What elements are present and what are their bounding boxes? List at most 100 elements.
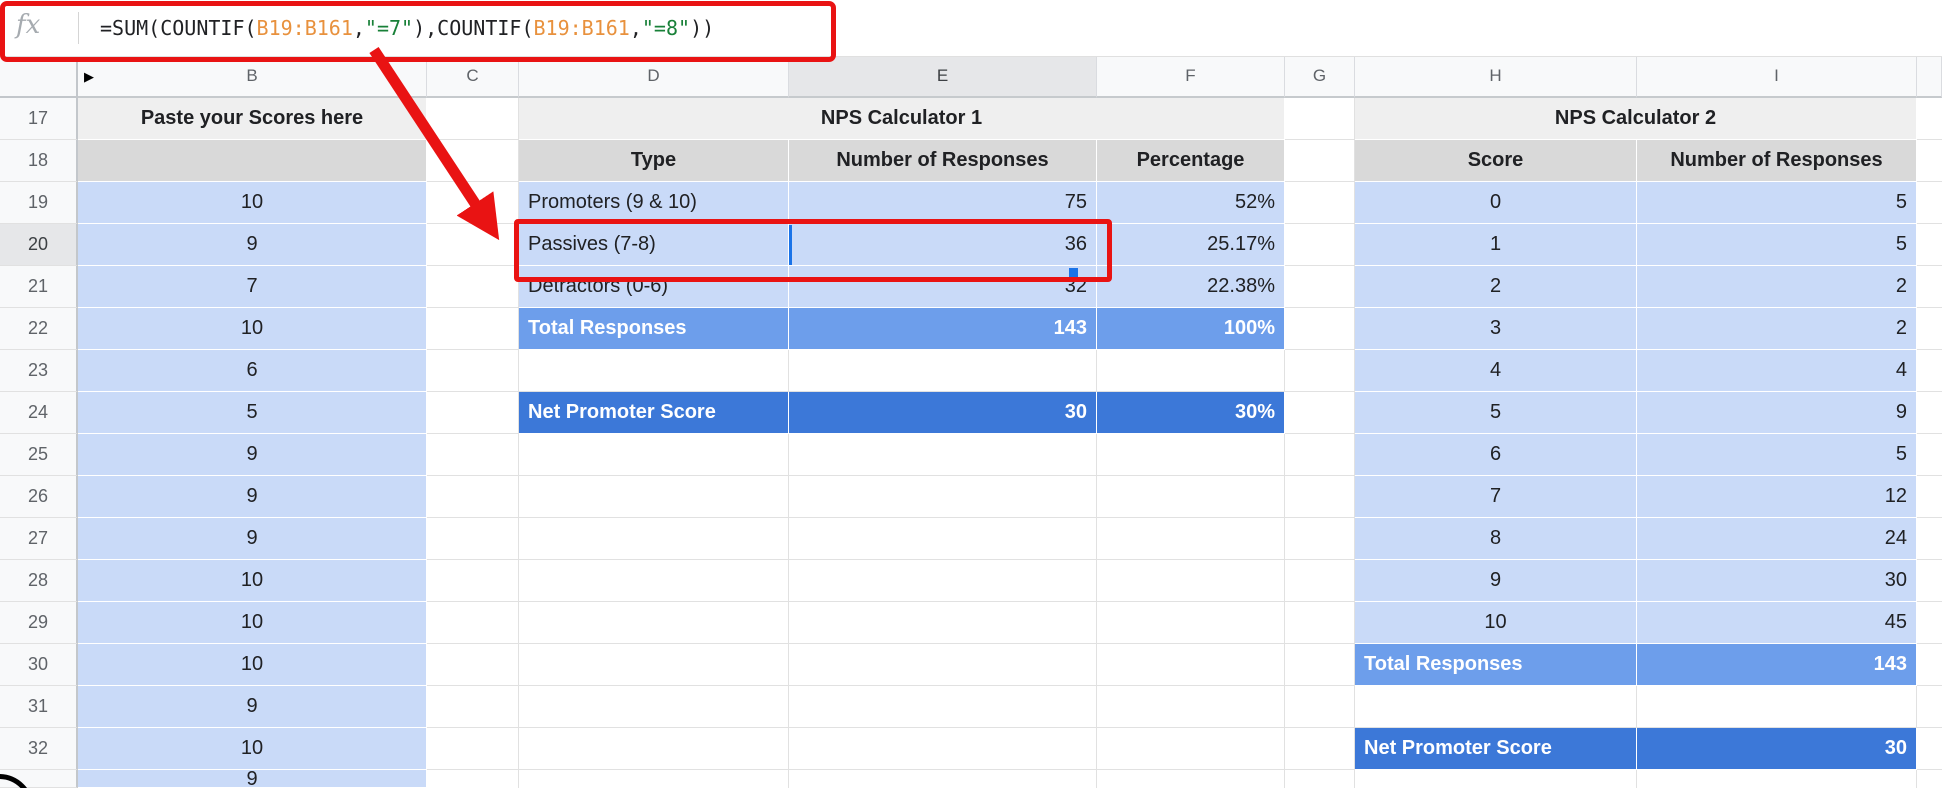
row-header-17[interactable]: 17 xyxy=(0,98,78,140)
col-header-G[interactable]: G xyxy=(1285,56,1355,98)
cell-F19-promoters-pct[interactable]: 52% xyxy=(1097,182,1285,224)
cell-H26[interactable]: 7 xyxy=(1355,476,1637,518)
row-header-18[interactable]: 18 xyxy=(0,140,78,182)
cell-H23[interactable]: 4 xyxy=(1355,350,1637,392)
cell-F18-header-percentage[interactable]: Percentage xyxy=(1097,140,1285,182)
formula-token: , xyxy=(352,16,365,40)
col-header-partial[interactable] xyxy=(1917,56,1942,98)
cell-B18[interactable] xyxy=(78,140,427,182)
col-header-B[interactable]: B xyxy=(78,56,427,98)
cell-B28-score[interactable]: 10 xyxy=(78,560,427,602)
cell-B17-scores-title[interactable]: Paste your Scores here xyxy=(78,98,427,140)
cell-calc2-title[interactable]: NPS Calculator 2 xyxy=(1355,98,1917,140)
row-header-26[interactable]: 26 xyxy=(0,476,78,518)
row-header-29[interactable]: 29 xyxy=(0,602,78,644)
row-header-31[interactable]: 31 xyxy=(0,686,78,728)
cell-B30-score[interactable]: 10 xyxy=(78,644,427,686)
col-header-E[interactable]: E xyxy=(789,56,1097,98)
cell-F24-nps-pct[interactable]: 30% xyxy=(1097,392,1285,434)
cell-B27-score[interactable]: 9 xyxy=(78,518,427,560)
cell-B29-score[interactable]: 10 xyxy=(78,602,427,644)
col-header-D[interactable]: D xyxy=(519,56,789,98)
cell-H28[interactable]: 9 xyxy=(1355,560,1637,602)
cell-D18-header-type[interactable]: Type xyxy=(519,140,789,182)
fx-icon: fx xyxy=(16,10,41,40)
cell-I20[interactable]: 5 xyxy=(1637,224,1917,266)
cell-H22[interactable]: 3 xyxy=(1355,308,1637,350)
cell-B21-score[interactable]: 7 xyxy=(78,266,427,308)
cell-F21-detractors-pct[interactable]: 22.38% xyxy=(1097,266,1285,308)
col-header-I[interactable]: I xyxy=(1637,56,1917,98)
formula-bar[interactable]: fx =SUM(COUNTIF(B19:B161, "=7"),COUNTIF(B… xyxy=(0,0,1942,57)
cell-F20-passives-pct[interactable]: 25.17% xyxy=(1097,224,1285,266)
cell-I27[interactable]: 24 xyxy=(1637,518,1917,560)
select-all-corner[interactable] xyxy=(0,56,78,98)
row-header-32[interactable]: 32 xyxy=(0,728,78,770)
col-header-H[interactable]: H xyxy=(1355,56,1637,98)
cell-H32-nps-label[interactable]: Net Promoter Score xyxy=(1355,728,1637,770)
cell-I32-nps-value[interactable]: 30 xyxy=(1637,728,1917,770)
cell-I29[interactable]: 45 xyxy=(1637,602,1917,644)
cell-H24[interactable]: 5 xyxy=(1355,392,1637,434)
cell-I22[interactable]: 2 xyxy=(1637,308,1917,350)
cell-I21[interactable]: 2 xyxy=(1637,266,1917,308)
formula-token: , xyxy=(629,16,642,40)
cell-B32-score[interactable]: 10 xyxy=(78,728,427,770)
hidden-column-indicator-icon[interactable]: ▶ xyxy=(84,56,94,98)
cell-B33-partial[interactable]: 9 xyxy=(78,770,427,788)
cell-D24-nps-label[interactable]: Net Promoter Score xyxy=(519,392,789,434)
row-header-20[interactable]: 20 xyxy=(0,224,78,266)
cell-H30-total-label[interactable]: Total Responses xyxy=(1355,644,1637,686)
cell-calc1-title[interactable]: NPS Calculator 1 xyxy=(519,98,1285,140)
cell-D19-promoters[interactable]: Promoters (9 & 10) xyxy=(519,182,789,224)
cell-B24-score[interactable]: 5 xyxy=(78,392,427,434)
cell-E18-header-responses[interactable]: Number of Responses xyxy=(789,140,1097,182)
cell-E21-detractors-count[interactable]: 32 xyxy=(789,266,1097,308)
row-header-25[interactable]: 25 xyxy=(0,434,78,476)
cell-B19-score[interactable]: 10 xyxy=(78,182,427,224)
cell-H20[interactable]: 1 xyxy=(1355,224,1637,266)
col-header-F[interactable]: F xyxy=(1097,56,1285,98)
row-header-27[interactable]: 27 xyxy=(0,518,78,560)
cell-E24-nps-value[interactable]: 30 xyxy=(789,392,1097,434)
cell-F22-total-pct[interactable]: 100% xyxy=(1097,308,1285,350)
row-header-19[interactable]: 19 xyxy=(0,182,78,224)
cell-I24[interactable]: 9 xyxy=(1637,392,1917,434)
row-header-21[interactable]: 21 xyxy=(0,266,78,308)
cell-I19[interactable]: 5 xyxy=(1637,182,1917,224)
cell-H25[interactable]: 6 xyxy=(1355,434,1637,476)
cell-H27[interactable]: 8 xyxy=(1355,518,1637,560)
formula-input[interactable]: =SUM(COUNTIF(B19:B161, "=7"),COUNTIF(B19:… xyxy=(100,0,714,56)
cell-E20-passives-count-selected[interactable]: 36 xyxy=(789,224,1097,266)
spreadsheet-app: fx =SUM(COUNTIF(B19:B161, "=7"),COUNTIF(B… xyxy=(0,0,1942,788)
cell-E19-promoters-count[interactable]: 75 xyxy=(789,182,1097,224)
cell-H21[interactable]: 2 xyxy=(1355,266,1637,308)
row-header-28[interactable]: 28 xyxy=(0,560,78,602)
cell-B26-score[interactable]: 9 xyxy=(78,476,427,518)
cell-I26[interactable]: 12 xyxy=(1637,476,1917,518)
cell-I23[interactable]: 4 xyxy=(1637,350,1917,392)
cell-B31-score[interactable]: 9 xyxy=(78,686,427,728)
cell-B23-score[interactable]: 6 xyxy=(78,350,427,392)
cell-D21-detractors[interactable]: Detractors (0-6) xyxy=(519,266,789,308)
cell-I28[interactable]: 30 xyxy=(1637,560,1917,602)
cell-B22-score[interactable]: 10 xyxy=(78,308,427,350)
fill-handle[interactable] xyxy=(1069,268,1078,277)
cell-B20-score[interactable]: 9 xyxy=(78,224,427,266)
cell-I25[interactable]: 5 xyxy=(1637,434,1917,476)
cell-H29[interactable]: 10 xyxy=(1355,602,1637,644)
col-header-C[interactable]: C xyxy=(427,56,519,98)
cell-B25-score[interactable]: 9 xyxy=(78,434,427,476)
cell-H18-header-score[interactable]: Score xyxy=(1355,140,1637,182)
cell-I18-header-responses[interactable]: Number of Responses xyxy=(1637,140,1917,182)
cell-D20-passives[interactable]: Passives (7-8) xyxy=(519,224,789,266)
row-header-22[interactable]: 22 xyxy=(0,308,78,350)
cell-D22-total-label[interactable]: Total Responses xyxy=(519,308,789,350)
active-cell-border xyxy=(789,225,792,265)
row-header-23[interactable]: 23 xyxy=(0,350,78,392)
cell-E22-total-count[interactable]: 143 xyxy=(789,308,1097,350)
cell-H19[interactable]: 0 xyxy=(1355,182,1637,224)
row-header-24[interactable]: 24 xyxy=(0,392,78,434)
row-header-30[interactable]: 30 xyxy=(0,644,78,686)
cell-I30-total-count[interactable]: 143 xyxy=(1637,644,1917,686)
